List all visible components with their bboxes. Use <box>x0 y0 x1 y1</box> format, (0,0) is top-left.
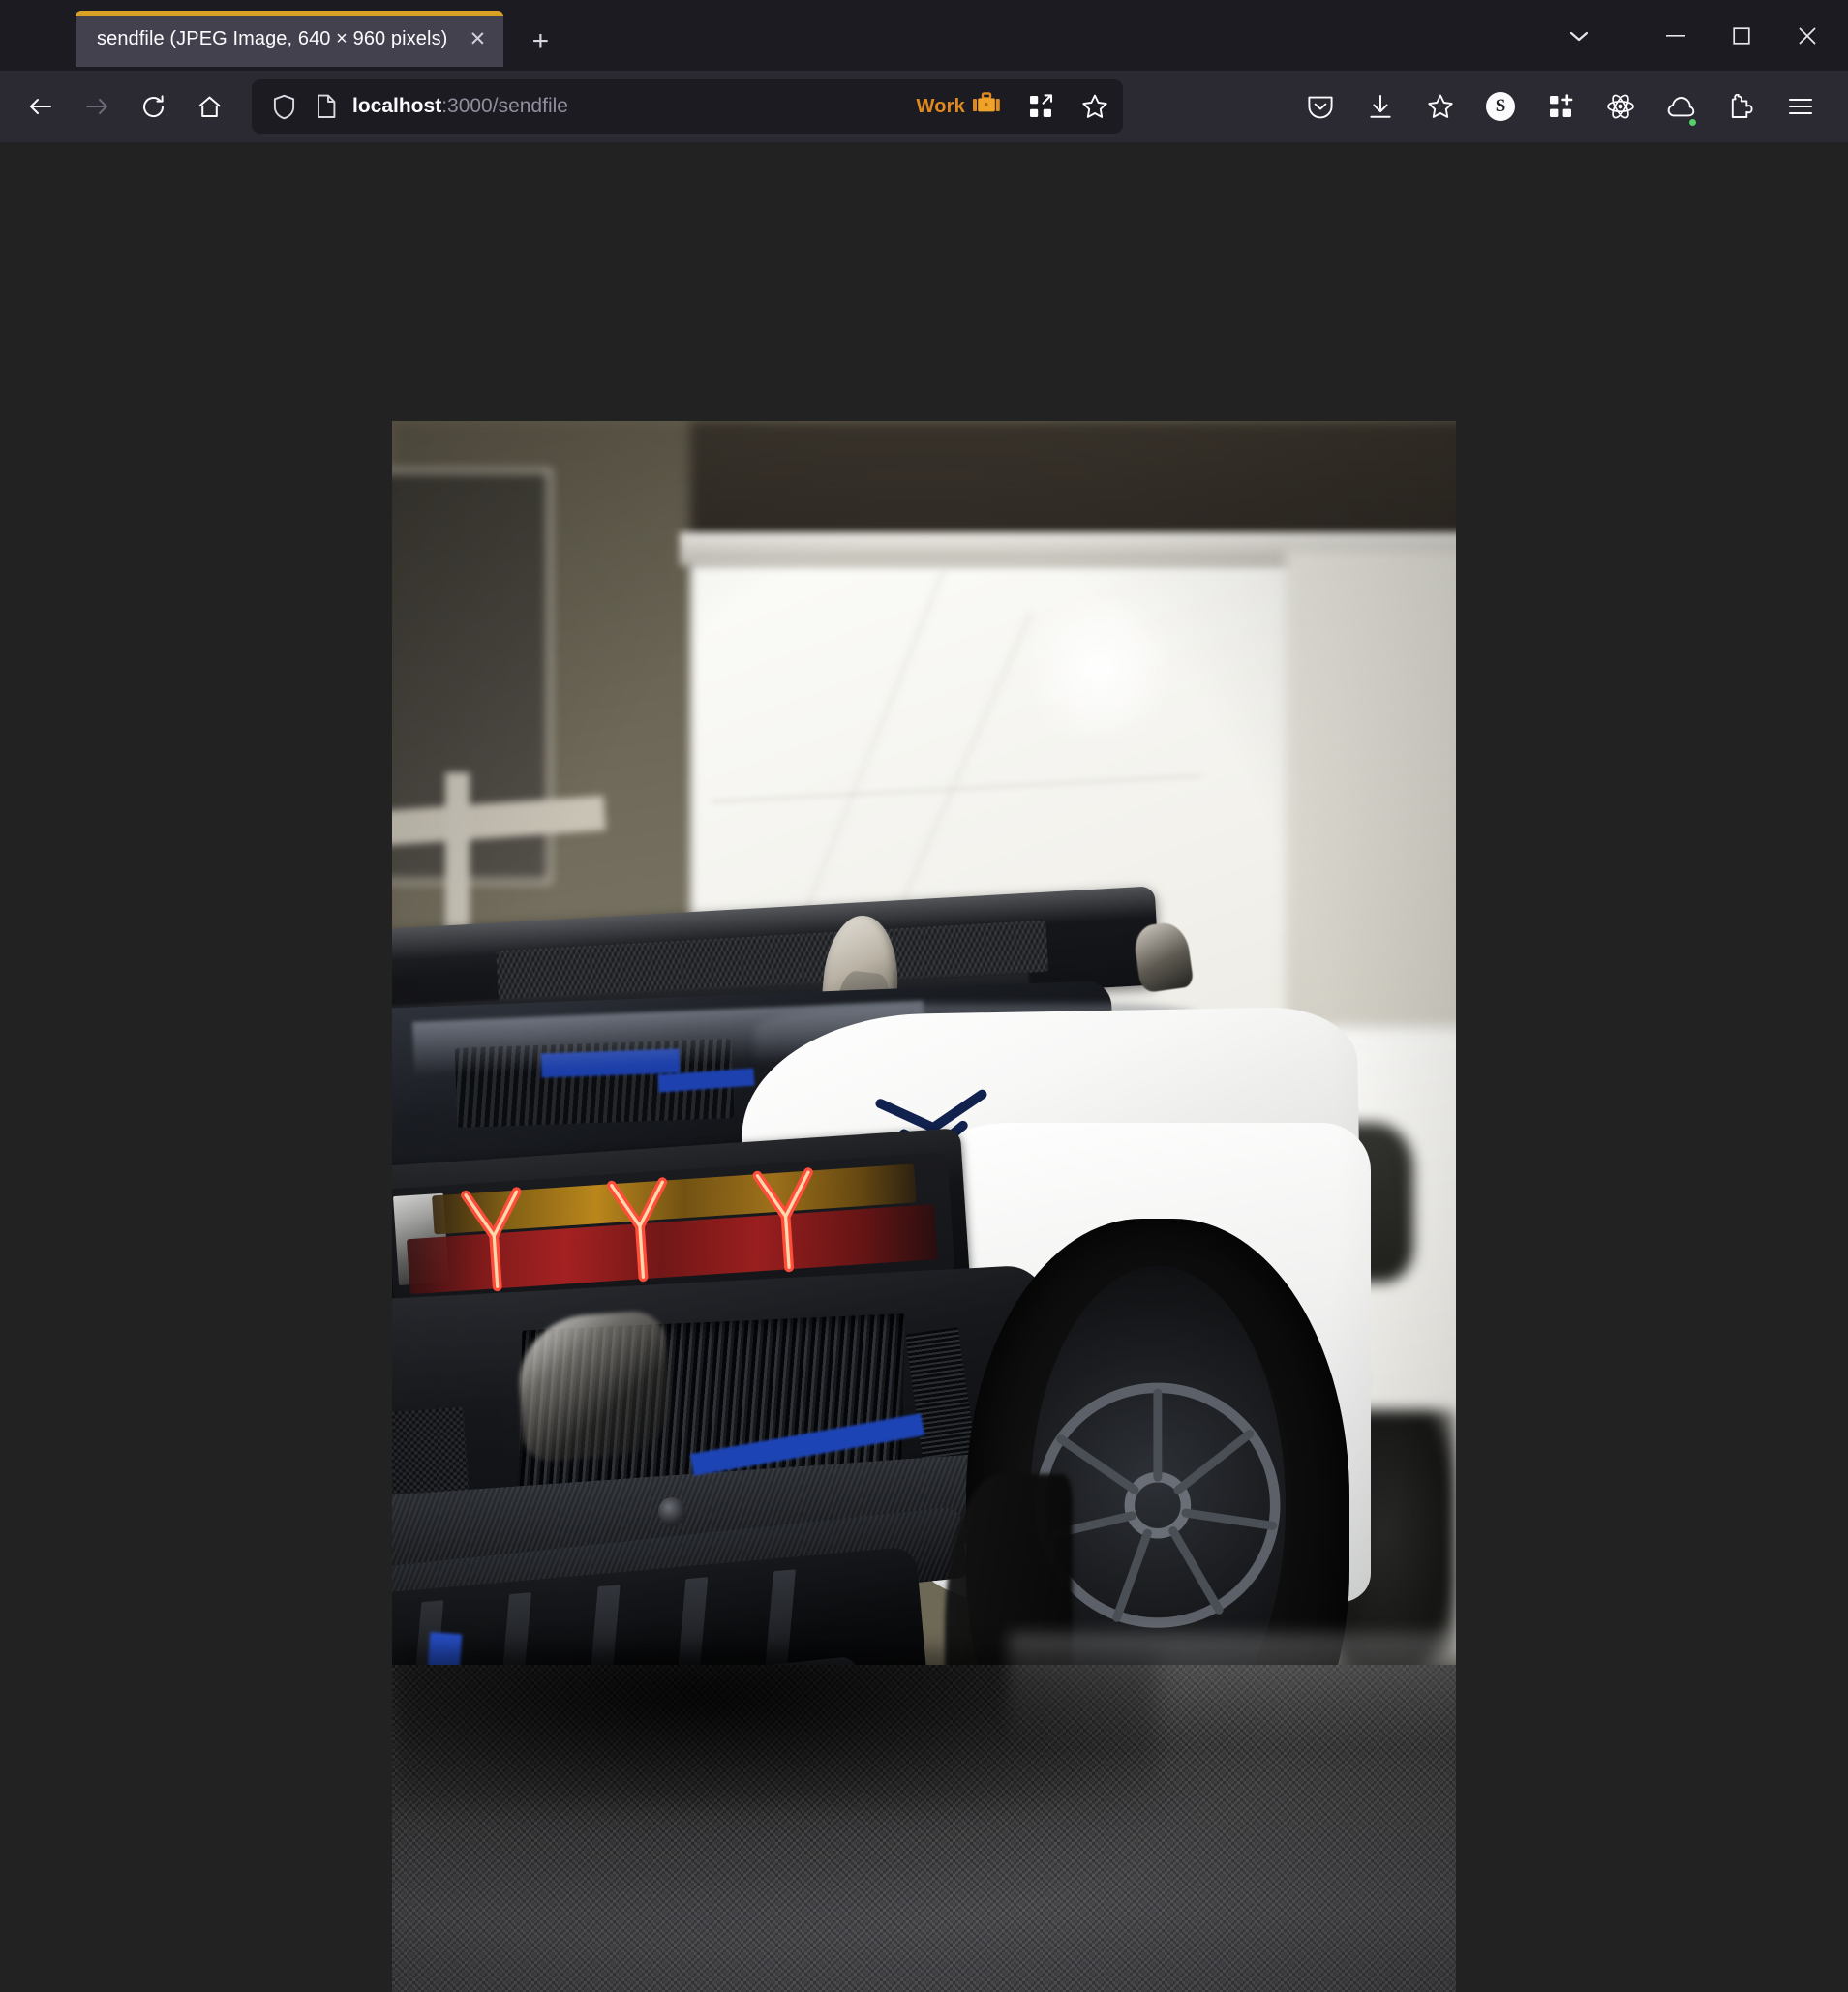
home-button[interactable] <box>182 79 236 134</box>
page-document-icon <box>310 90 343 123</box>
profile-avatar-badge[interactable]: S <box>1472 79 1529 134</box>
reverse-light <box>657 1497 686 1527</box>
container-label: Work <box>916 95 965 117</box>
grid-add-extension-icon[interactable] <box>1532 79 1589 134</box>
photo-composition: 59 <box>392 421 1456 1992</box>
react-devtools-icon[interactable] <box>1592 79 1649 134</box>
briefcase-icon <box>972 91 1001 122</box>
new-tab-icon[interactable]: + <box>519 20 561 63</box>
tab-title: sendfile (JPEG Image, 640 × 960 pixels) <box>97 27 448 49</box>
bookmark-star-icon[interactable] <box>1073 84 1117 129</box>
url-path: :3000/sendfile <box>441 95 568 117</box>
extension-grid-action-icon[interactable] <box>1018 84 1063 129</box>
container-indicator-work[interactable]: Work <box>909 87 1009 126</box>
downloads-icon[interactable] <box>1352 79 1409 134</box>
browser-toolbar-right: S <box>1292 79 1834 134</box>
url-text[interactable]: localhost:3000/sendfile <box>352 95 899 118</box>
back-button[interactable] <box>14 79 68 134</box>
bookmarks-star-icon[interactable] <box>1412 79 1469 134</box>
profile-initial: S <box>1486 92 1515 121</box>
tracking-protection-shield-icon[interactable] <box>267 90 300 123</box>
browser-tab-active[interactable]: sendfile (JPEG Image, 640 × 960 pixels) … <box>76 11 504 67</box>
address-bar[interactable]: localhost:3000/sendfile Work <box>252 79 1123 134</box>
taillight-y-led-2 <box>589 1174 691 1286</box>
tab-list-chevron-down-icon[interactable] <box>1546 9 1612 63</box>
container-accent-stripe <box>76 11 504 16</box>
sync-status-dot <box>1689 119 1696 126</box>
window-controls <box>1546 0 1848 71</box>
cloud-sync-icon[interactable] <box>1652 79 1709 134</box>
maximize-window-icon[interactable] <box>1709 9 1774 63</box>
tab-bar: sendfile (JPEG Image, 640 × 960 pixels) … <box>0 0 1848 71</box>
app-menu-hamburger-icon[interactable] <box>1772 79 1829 134</box>
close-window-icon[interactable] <box>1774 9 1840 63</box>
car-ground-shadow <box>392 1648 1159 1809</box>
forward-button[interactable] <box>70 79 124 134</box>
background-light-glow <box>1030 596 1169 740</box>
pocket-save-icon[interactable] <box>1292 79 1348 134</box>
extensions-puzzle-icon[interactable] <box>1712 79 1769 134</box>
reload-button[interactable] <box>126 79 180 134</box>
page-content-area: 59 <box>0 142 1848 1992</box>
taillight-y-led-1 <box>443 1184 546 1296</box>
navigation-toolbar: localhost:3000/sendfile Work S <box>0 71 1848 142</box>
background-garage-header <box>689 421 1456 541</box>
close-tab-icon[interactable]: ✕ <box>461 22 494 55</box>
sendfile-jpeg-image[interactable]: 59 <box>392 421 1456 1992</box>
taillight-y-led-3 <box>735 1164 837 1277</box>
background-right-structure <box>1286 548 1456 1075</box>
url-host: localhost <box>352 95 442 117</box>
minimize-window-icon[interactable] <box>1643 9 1709 63</box>
